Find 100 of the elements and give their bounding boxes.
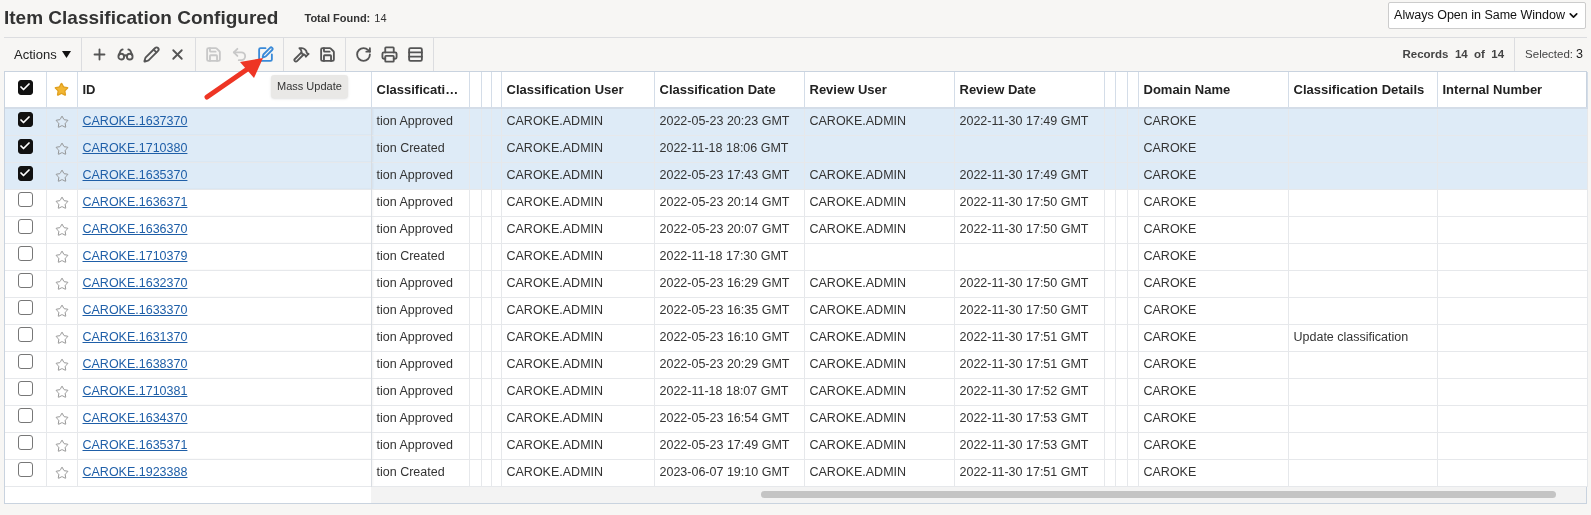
star-icon[interactable] <box>54 222 69 237</box>
table-row[interactable]: CAROKE.1635371 tion Approved CAROKE.ADMIN 2022-05-23 17:49 GMT CAROKE.ADMIN 2022-11-30 17:53 GMT CAROKE <box>5 432 1587 459</box>
id-link[interactable]: CAROKE.1636370 <box>82 222 188 237</box>
checkbox[interactable] <box>17 327 33 343</box>
star-icon[interactable] <box>54 465 69 480</box>
star-icon[interactable] <box>54 141 69 156</box>
id-link[interactable]: CAROKE.1710380 <box>82 141 188 156</box>
table-cell: CAROKE <box>1138 324 1288 351</box>
checkbox[interactable] <box>17 273 33 289</box>
table-row[interactable]: CAROKE.1636370 tion Approved CAROKE.ADMIN 2022-05-23 20:07 GMT CAROKE.ADMIN 2022-11-30 17:50 GMT CAROKE <box>5 216 1587 243</box>
star-icon[interactable] <box>54 249 69 264</box>
table-row[interactable]: CAROKE.1636371 tion Approved CAROKE.ADMIN 2022-05-23 20:14 GMT CAROKE.ADMIN 2022-11-30 17:50 GMT CAROKE <box>5 189 1587 216</box>
table-cell: CAROKE <box>1138 189 1288 216</box>
id-link[interactable]: CAROKE.1636371 <box>82 195 188 210</box>
id-link[interactable]: CAROKE.1634370 <box>82 411 188 426</box>
table-cell: CAROKE <box>1138 162 1288 189</box>
checkbox[interactable] <box>17 79 33 95</box>
table-row[interactable]: CAROKE.1633370 tion Approved CAROKE.ADMIN 2022-05-23 16:35 GMT CAROKE.ADMIN 2022-11-30 17:50 GMT CAROKE <box>5 297 1587 324</box>
window-select[interactable]: Always Open in Same Window <box>1388 2 1586 29</box>
table-row[interactable]: CAROKE.1637370 tion Approved CAROKE.ADMIN 2022-05-23 20:23 GMT CAROKE.ADMIN 2022-11-30 17:49 GMT CAROKE <box>5 108 1587 135</box>
column-header[interactable]: Classification Date <box>654 72 804 108</box>
save-icon[interactable] <box>318 46 336 63</box>
id-link[interactable]: CAROKE.1635370 <box>82 168 188 183</box>
checkbox[interactable] <box>17 408 33 424</box>
table-row[interactable]: CAROKE.1635370 tion Approved CAROKE.ADMIN 2022-05-23 17:43 GMT CAROKE.ADMIN 2022-11-30 17:49 GMT CAROKE <box>5 162 1587 189</box>
column-header[interactable]: Classification Details <box>1288 72 1437 108</box>
table-cell: tion Approved <box>371 432 469 459</box>
table-row[interactable]: CAROKE.1632370 tion Approved CAROKE.ADMIN 2022-05-23 16:29 GMT CAROKE.ADMIN 2022-11-30 17:50 GMT CAROKE <box>5 270 1587 297</box>
star-icon[interactable] <box>54 384 69 399</box>
id-link[interactable]: CAROKE.1633370 <box>82 303 188 318</box>
column-header[interactable]: Review Date <box>954 72 1104 108</box>
id-link[interactable]: CAROKE.1923388 <box>82 465 188 480</box>
scrollbar[interactable] <box>761 491 1556 498</box>
table-cell: CAROKE.ADMIN <box>501 378 654 405</box>
checkbox[interactable] <box>17 192 33 208</box>
checkbox[interactable] <box>17 462 33 478</box>
print-icon[interactable] <box>380 46 398 63</box>
checkbox[interactable] <box>17 354 33 370</box>
table-cell: tion Approved <box>371 351 469 378</box>
table-cell: tion Approved <box>371 189 469 216</box>
table-row[interactable]: CAROKE.1710380 tion Created CAROKE.ADMIN 2022-11-18 18:06 GMT CAROKE <box>5 135 1587 162</box>
table-cell: tion Approved <box>371 270 469 297</box>
table-cell: CAROKE.ADMIN <box>501 216 654 243</box>
checkbox[interactable] <box>17 165 33 181</box>
checkbox[interactable] <box>17 381 33 397</box>
table-cell: Update classification <box>1288 324 1437 351</box>
total-found-label: Total Found: <box>304 11 371 27</box>
table-cell: 2022-05-23 17:43 GMT <box>654 162 804 189</box>
refresh-icon[interactable] <box>354 46 372 63</box>
star-icon[interactable] <box>54 438 69 453</box>
table-cell: CAROKE.ADMIN <box>501 351 654 378</box>
table-cell: CAROKE.ADMIN <box>804 216 954 243</box>
star-icon[interactable] <box>54 168 69 183</box>
edit-form-icon[interactable] <box>256 46 274 63</box>
table-cell: tion Approved <box>371 216 469 243</box>
rows-icon[interactable] <box>406 46 424 63</box>
tools-icon[interactable] <box>292 46 310 63</box>
star-icon[interactable] <box>54 276 69 291</box>
table-row[interactable]: CAROKE.1710381 tion Approved CAROKE.ADMIN 2022-11-18 18:07 GMT CAROKE.ADMIN 2022-11-30 17:52 GMT CAROKE <box>5 378 1587 405</box>
id-link[interactable]: CAROKE.1631370 <box>82 330 188 345</box>
star-icon[interactable] <box>54 357 69 372</box>
table-cell: CAROKE.ADMIN <box>804 378 954 405</box>
id-link[interactable]: CAROKE.1710381 <box>82 384 188 399</box>
table-cell: CAROKE <box>1138 135 1288 162</box>
column-header[interactable]: Domain Name <box>1138 72 1288 108</box>
column-header[interactable]: Classification User <box>501 72 654 108</box>
pencil-icon[interactable] <box>142 46 160 63</box>
table-cell: tion Created <box>371 135 469 162</box>
id-link[interactable]: CAROKE.1710379 <box>82 249 188 264</box>
id-link[interactable]: CAROKE.1632370 <box>82 276 188 291</box>
table-cell: CAROKE.ADMIN <box>804 351 954 378</box>
checkbox[interactable] <box>17 219 33 235</box>
checkbox[interactable] <box>17 246 33 262</box>
column-header[interactable]: Classificati… <box>371 72 469 108</box>
table-row[interactable]: CAROKE.1638370 tion Approved CAROKE.ADMIN 2022-05-23 20:29 GMT CAROKE.ADMIN 2022-11-30 17:51 GMT CAROKE <box>5 351 1587 378</box>
glasses-icon[interactable] <box>116 46 134 63</box>
checkbox[interactable] <box>17 112 33 128</box>
star-icon[interactable] <box>54 195 69 210</box>
column-header[interactable]: Review User <box>804 72 954 108</box>
checkbox[interactable] <box>17 138 33 154</box>
checkbox[interactable] <box>17 435 33 451</box>
table-row[interactable]: CAROKE.1710379 tion Created CAROKE.ADMIN 2022-11-18 17:30 GMT CAROKE <box>5 243 1587 270</box>
table-row[interactable]: CAROKE.1634370 tion Approved CAROKE.ADMIN 2022-05-23 16:54 GMT CAROKE.ADMIN 2022-11-30 17:53 GMT CAROKE <box>5 405 1587 432</box>
column-header[interactable]: Internal Number <box>1437 72 1587 108</box>
table-row[interactable]: CAROKE.1631370 tion Approved CAROKE.ADMIN 2022-05-23 16:10 GMT CAROKE.ADMIN 2022-11-30 17:51 GMT CAROKE Update classification <box>5 324 1587 351</box>
star-icon[interactable] <box>54 303 69 318</box>
star-icon <box>54 82 69 98</box>
star-icon[interactable] <box>54 115 69 130</box>
table-cell: CAROKE.ADMIN <box>804 189 954 216</box>
checkbox[interactable] <box>17 300 33 316</box>
table-cell: CAROKE.ADMIN <box>804 108 954 135</box>
id-link[interactable]: CAROKE.1638370 <box>82 357 188 372</box>
table-row[interactable]: CAROKE.1923388 tion Created CAROKE.ADMIN 2023-06-07 19:10 GMT CAROKE.ADMIN 2022-11-30 17:51 GMT CAROKE <box>5 459 1587 486</box>
id-link[interactable]: CAROKE.1635371 <box>82 438 188 453</box>
star-icon[interactable] <box>54 330 69 345</box>
id-link[interactable]: CAROKE.1637370 <box>82 114 188 129</box>
star-icon[interactable] <box>54 411 69 426</box>
table-cell: 2022-05-23 20:23 GMT <box>654 108 804 135</box>
table-cell: CAROKE.ADMIN <box>501 189 654 216</box>
table-cell: CAROKE.ADMIN <box>804 459 954 486</box>
